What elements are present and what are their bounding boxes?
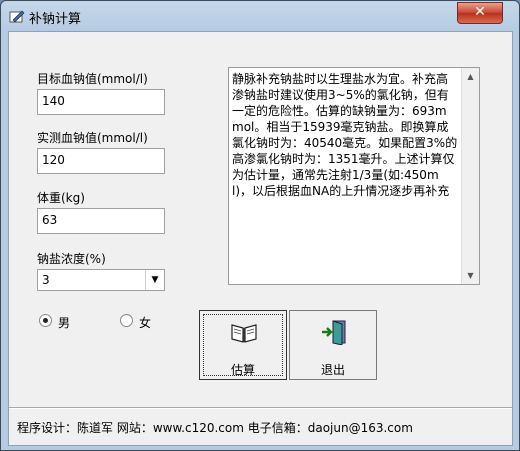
result-text: 静脉补充钠盐时以生理盐水为宜。补充高渗钠盐时建议使用3~5%的氯化钠，但有一定的… [232,72,458,198]
close-button[interactable]: ✕ [457,2,503,24]
radio-selected-dot [43,318,48,323]
exit-button-label: 退出 [320,363,345,377]
measured-sodium-input[interactable]: 120 [37,148,165,174]
footer-credits: 程序设计：陈道军 网站：www.c120.com 电子信箱：daojun@163… [17,421,413,435]
open-book-icon [231,324,257,343]
vertical-scrollbar[interactable]: ▲ ▼ [461,68,479,284]
footer-divider [9,407,512,409]
pencil-paper-icon [9,10,25,23]
dialog-body: 目标血钠值(mmol/l) 140 实测血钠值(mmol/l) 120 体重(k… [8,31,513,446]
sex-male-radio[interactable] [39,314,52,327]
estimate-button-label: 估算 [230,363,255,377]
chevron-down-icon[interactable]: ▼ [145,270,164,290]
window-title: 补钠计算 [29,12,82,27]
target-sodium-label: 目标血钠值(mmol/l) [37,72,148,86]
target-sodium-input[interactable]: 140 [37,89,165,115]
sex-female-radio[interactable] [120,314,133,327]
estimate-button[interactable]: 估算 [199,310,287,380]
result-textbox[interactable]: 静脉补充钠盐时以生理盐水为宜。补充高渗钠盐时建议使用3~5%的氯化钠，但有一定的… [228,67,480,285]
title-bar[interactable]: 补钠计算 ✕ [1,1,519,31]
app-window: 补钠计算 ✕ 目标血钠值(mmol/l) 140 实测血钠值(mmol/l) 1… [0,0,520,451]
measured-sodium-label: 实测血钠值(mmol/l) [37,131,148,145]
scroll-down-icon[interactable]: ▼ [462,267,479,284]
weight-input[interactable]: 63 [37,208,165,234]
scroll-up-icon[interactable]: ▲ [462,68,479,85]
concentration-value: 3 [42,273,50,287]
weight-label: 体重(kg) [37,191,85,205]
exit-door-icon [322,320,346,345]
concentration-select[interactable]: 3 ▼ [37,269,165,291]
concentration-label: 钠盐浓度(%) [37,252,106,266]
sex-female-label[interactable]: 女 [139,314,151,331]
exit-button[interactable]: 退出 [289,310,377,380]
sex-male-label[interactable]: 男 [58,314,70,331]
